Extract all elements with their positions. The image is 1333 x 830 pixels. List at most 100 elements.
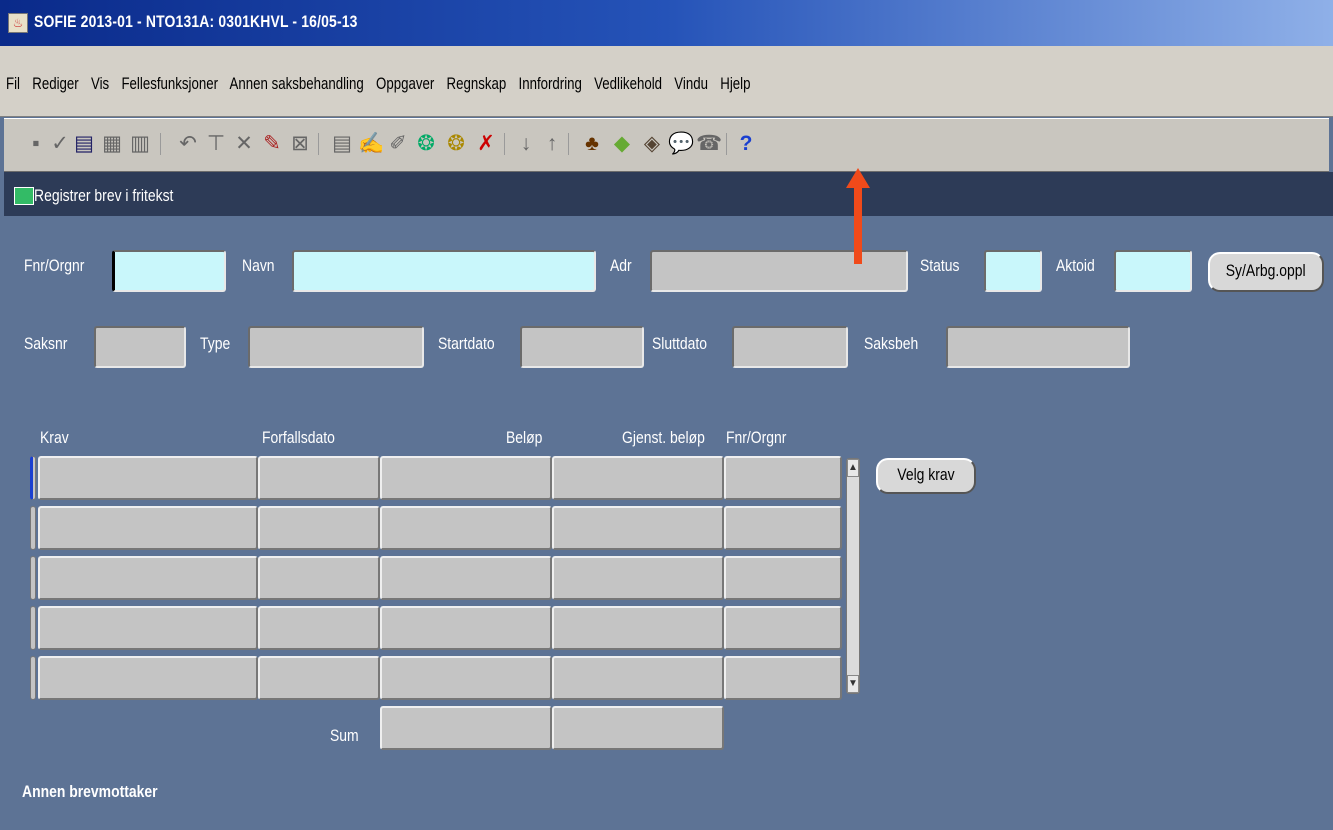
scroll-down-arrow-icon[interactable]: ▼ <box>847 675 859 693</box>
table-cell-gjenst-belop[interactable] <box>552 656 724 700</box>
phone-icon[interactable]: ☎ <box>696 131 722 157</box>
label-adr: Adr <box>610 256 632 275</box>
clear-form-icon[interactable]: ⊠ <box>288 131 312 157</box>
startdato-field[interactable] <box>520 326 644 368</box>
table-cell-krav[interactable] <box>38 506 258 550</box>
table-cell-belop[interactable] <box>380 506 552 550</box>
clear-record-icon[interactable]: ✎ <box>260 131 284 157</box>
comment-bubble-icon[interactable]: 💬 <box>668 131 694 157</box>
saksnr-field[interactable] <box>94 326 186 368</box>
calculator-icon[interactable]: ▦ <box>100 131 124 157</box>
table-cell-krav[interactable] <box>38 456 258 500</box>
menu-regnskap[interactable]: Regnskap <box>447 74 507 93</box>
table-cell-belop[interactable] <box>380 456 552 500</box>
print-icon[interactable]: ▤ <box>72 131 96 157</box>
form-icon[interactable]: ▥ <box>128 131 152 157</box>
query-execute-icon[interactable]: ❂ <box>444 131 468 157</box>
list-icon[interactable]: ▤ <box>330 131 354 157</box>
adr-field[interactable] <box>650 250 908 292</box>
hierarchy-icon[interactable]: ♣ <box>580 131 604 157</box>
aktoid-field[interactable] <box>1114 250 1192 292</box>
table-cell-gjenst-belop[interactable] <box>552 606 724 650</box>
label-navn: Navn <box>242 256 275 275</box>
window-title: SOFIE 2013-01 - NTO131A: 0301KHVL - 16/0… <box>34 12 358 31</box>
previous-record-icon[interactable]: ↑ <box>540 131 564 157</box>
sluttdato-field[interactable] <box>732 326 848 368</box>
java-app-icon: ♨ <box>8 13 28 33</box>
record-indicator[interactable] <box>30 656 36 700</box>
navn-field[interactable] <box>292 250 596 292</box>
menu-vedlikehold[interactable]: Vedlikehold <box>594 74 662 93</box>
next-record-icon[interactable]: ↓ <box>514 131 538 157</box>
menu-fellesfunksjoner[interactable]: Fellesfunksjoner <box>121 74 218 93</box>
table-cell-forfallsdato[interactable] <box>258 606 380 650</box>
label-fnr-orgnr: Fnr/Orgnr <box>24 256 85 275</box>
table-cell-krav[interactable] <box>38 606 258 650</box>
menu-innfordring[interactable]: Innfordring <box>519 74 582 93</box>
edit-icon[interactable]: ✍ <box>358 131 384 157</box>
save-icon[interactable]: ▪ <box>24 131 48 157</box>
table-cell-gjenst-belop[interactable] <box>552 456 724 500</box>
menu-rediger[interactable]: Rediger <box>32 74 78 93</box>
help-icon[interactable]: ? <box>734 131 758 157</box>
table-cell-belop[interactable] <box>380 556 552 600</box>
new-document-icon[interactable]: ◆ <box>610 131 634 157</box>
label-type: Type <box>200 334 231 353</box>
table-cell-fnr-orgnr[interactable] <box>724 606 842 650</box>
status-field[interactable] <box>984 250 1042 292</box>
table-cell-belop[interactable] <box>380 606 552 650</box>
sum-belop-field[interactable] <box>380 706 552 750</box>
form-icon <box>14 187 34 205</box>
menu-vis[interactable]: Vis <box>91 74 109 93</box>
column-header-forfallsdato: Forfallsdato <box>262 428 335 447</box>
query-enter-icon[interactable]: ❂ <box>414 131 438 157</box>
form-window-title-bar: Registrer brev i fritekst <box>4 172 1333 216</box>
table-cell-fnr-orgnr[interactable] <box>724 456 842 500</box>
undo-icon[interactable]: ↶ <box>176 131 200 157</box>
title-bar: ♨ SOFIE 2013-01 - NTO131A: 0301KHVL - 16… <box>0 0 1333 46</box>
record-indicator[interactable] <box>30 456 36 500</box>
table-cell-forfallsdato[interactable] <box>258 656 380 700</box>
label-aktoid: Aktoid <box>1056 256 1095 275</box>
sy-arbg-oppl-button[interactable]: Sy/Arbg.oppl <box>1208 252 1324 292</box>
menu-hjelp[interactable]: Hjelp <box>720 74 750 93</box>
toolbar: ▪ ✓ ▤ ▦ ▥ ↶ ⊤ ✕ ✎ ⊠ ▤ ✍ ✐ ❂ ❂ ✗ ↓ ↑ ♣ ◆ … <box>4 118 1329 173</box>
velg-krav-button[interactable]: Velg krav <box>876 458 976 494</box>
column-header-krav: Krav <box>40 428 69 447</box>
table-cell-fnr-orgnr[interactable] <box>724 506 842 550</box>
sum-gjenst-belop-field[interactable] <box>552 706 724 750</box>
insert-record-icon[interactable]: ⊤ <box>204 131 228 157</box>
label-status: Status <box>920 256 960 275</box>
menu-vindu[interactable]: Vindu <box>674 74 708 93</box>
table-cell-forfallsdato[interactable] <box>258 456 380 500</box>
commit-check-icon[interactable]: ✓ <box>48 131 72 157</box>
table-scrollbar[interactable]: ▲ ▼ <box>846 458 860 694</box>
attach-icon[interactable]: ✐ <box>386 131 410 157</box>
type-field[interactable] <box>248 326 424 368</box>
table-cell-fnr-orgnr[interactable] <box>724 656 842 700</box>
table-cell-fnr-orgnr[interactable] <box>724 556 842 600</box>
table-cell-forfallsdato[interactable] <box>258 556 380 600</box>
record-indicator[interactable] <box>30 606 36 650</box>
record-indicator[interactable] <box>30 556 36 600</box>
table-cell-krav[interactable] <box>38 556 258 600</box>
saksbeh-field[interactable] <box>946 326 1130 368</box>
annotation-arrow <box>854 182 862 264</box>
label-saksbeh: Saksbeh <box>864 334 919 353</box>
menu-annen-saksbehandling[interactable]: Annen saksbehandling <box>230 74 364 93</box>
archive-icon[interactable]: ◈ <box>640 131 664 157</box>
record-indicator[interactable] <box>30 506 36 550</box>
menu-oppgaver[interactable]: Oppgaver <box>376 74 434 93</box>
table-cell-gjenst-belop[interactable] <box>552 506 724 550</box>
table-cell-forfallsdato[interactable] <box>258 506 380 550</box>
table-cell-krav[interactable] <box>38 656 258 700</box>
fnr-orgnr-field[interactable] <box>112 250 226 292</box>
label-saksnr: Saksnr <box>24 334 68 353</box>
menu-fil[interactable]: Fil <box>6 74 20 93</box>
table-cell-gjenst-belop[interactable] <box>552 556 724 600</box>
table-cell-belop[interactable] <box>380 656 552 700</box>
label-sum: Sum <box>330 726 359 745</box>
scroll-up-arrow-icon[interactable]: ▲ <box>847 459 859 477</box>
query-cancel-icon[interactable]: ✗ <box>474 131 498 157</box>
delete-record-icon[interactable]: ✕ <box>232 131 256 157</box>
